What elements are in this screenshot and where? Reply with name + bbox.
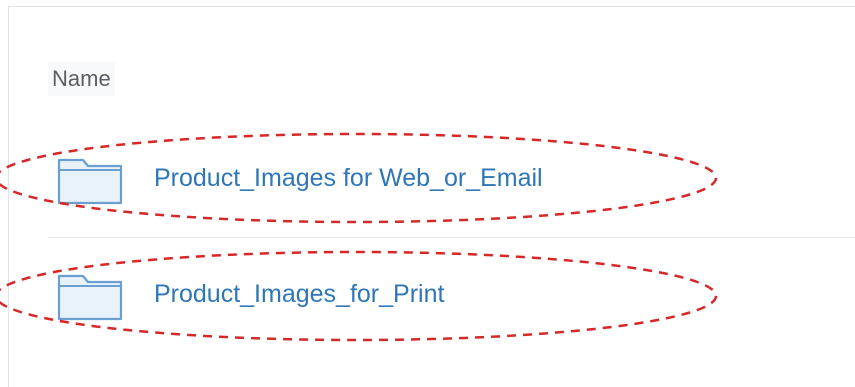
row-divider [48,237,855,238]
folder-icon [57,158,123,205]
folder-name[interactable]: Product_Images_for_Print [154,280,444,309]
name-column-header[interactable]: Name [48,62,115,96]
folder-icon [57,274,123,321]
folder-name[interactable]: Product_Images for Web_or_Email [154,164,543,193]
folder-row-web-email[interactable]: Product_Images for Web_or_Email [48,128,855,224]
folder-row-print[interactable]: Product_Images_for_Print [48,244,855,340]
